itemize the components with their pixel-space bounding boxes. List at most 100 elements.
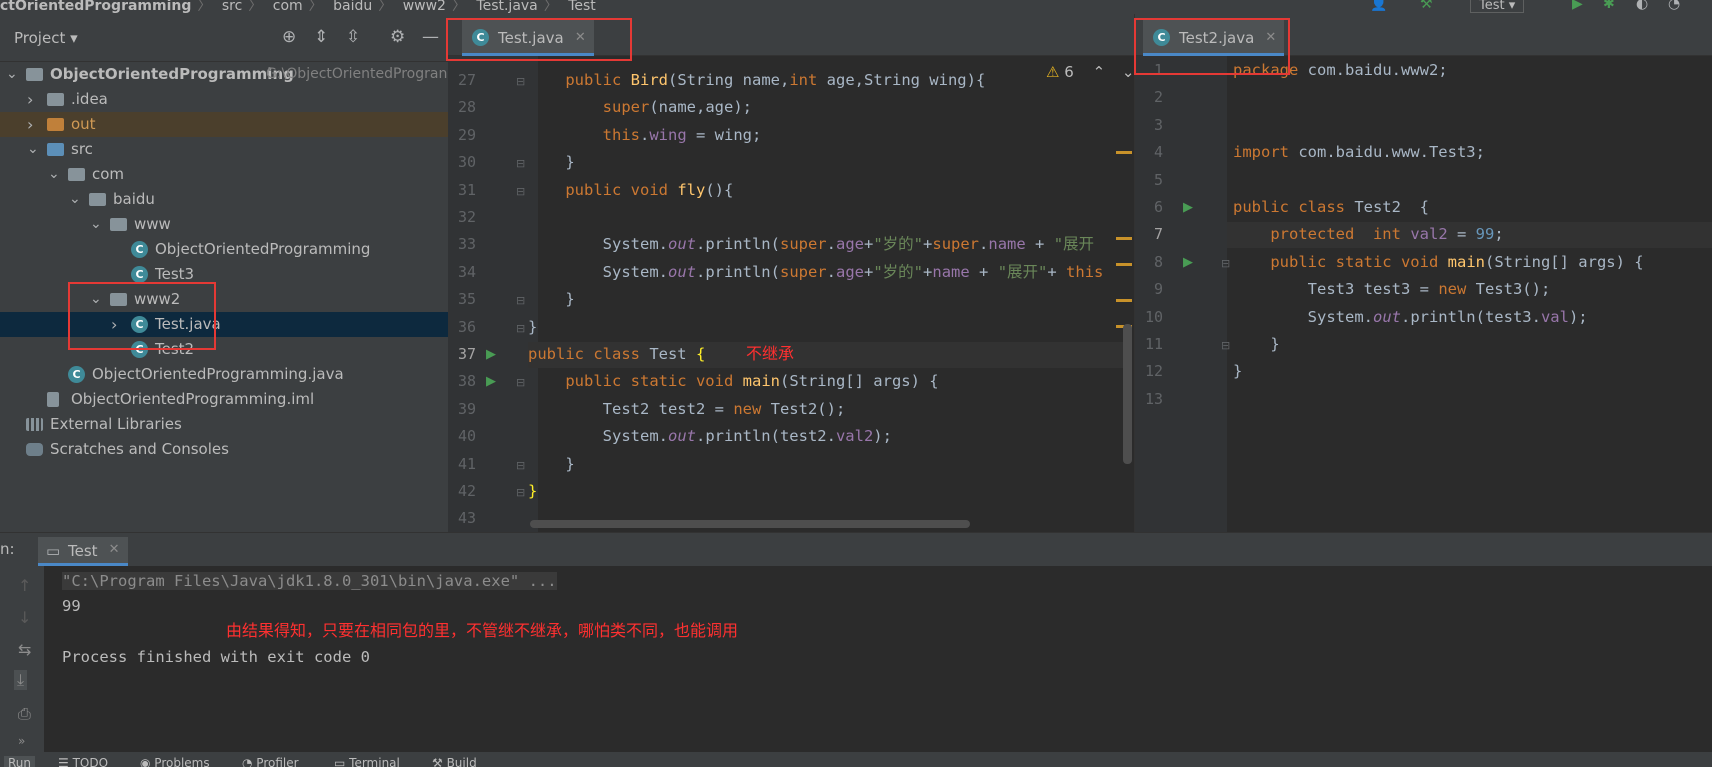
code-line: super(name,age); xyxy=(602,98,752,117)
chevron-down-icon[interactable]: ⌄ xyxy=(6,62,18,87)
folder-icon xyxy=(47,93,64,106)
code-line: } xyxy=(528,317,538,336)
tree-item[interactable]: ⌄ src xyxy=(0,137,448,162)
tree-item[interactable]: Scratches and Consoles xyxy=(0,437,448,462)
tool-todo[interactable]: ☰ TODO xyxy=(58,756,108,767)
chevron-right-icon[interactable]: › xyxy=(27,87,33,112)
tree-item-label: Scratches and Consoles xyxy=(50,440,229,458)
breadcrumb-class[interactable]: Test xyxy=(568,0,596,14)
tool-terminal[interactable]: ▭ Terminal xyxy=(334,756,400,767)
tree-item[interactable]: C Test2 xyxy=(0,337,448,362)
console-output[interactable]: "C:\Program Files\Java\jdk1.8.0_301\bin\… xyxy=(44,566,1712,752)
tree-item-label: ObjectOrientedProgramming xyxy=(50,65,294,83)
fold-marker-icon[interactable]: ⊟ xyxy=(516,185,525,198)
expand-all-icon[interactable]: ⇕ xyxy=(314,27,328,47)
tool-run[interactable]: Run xyxy=(4,756,36,767)
coverage-icon[interactable]: ◐ xyxy=(1636,0,1648,12)
tree-item[interactable]: ⌄ baidu xyxy=(0,187,448,212)
chevron-down-icon[interactable]: ⌄ xyxy=(90,287,102,312)
debug-icon[interactable]: ✱ xyxy=(1603,0,1615,12)
chevron-down-icon[interactable]: ⌄ xyxy=(48,162,60,187)
breadcrumb-com[interactable]: com xyxy=(273,0,303,14)
tree-item[interactable]: C Test3 xyxy=(0,262,448,287)
tool-problems[interactable]: ◉ Problems xyxy=(140,756,210,767)
tree-item[interactable]: ⌄ ObjectOrientedProgramming G:\ObjectOrien… xyxy=(0,62,448,87)
profile-icon[interactable]: ◔ xyxy=(1668,0,1680,12)
line-number: 34 xyxy=(457,262,476,281)
chevron-down-icon[interactable]: ⌄ xyxy=(27,137,39,162)
fold-marker-icon[interactable]: ⊟ xyxy=(516,157,525,170)
close-icon[interactable]: ✕ xyxy=(575,20,586,56)
fold-marker-icon[interactable]: ⊟ xyxy=(516,459,525,472)
code-line: Test3 test3 = new Test3(); xyxy=(1233,280,1551,299)
chevron-up-icon[interactable]: ⌃ xyxy=(1093,63,1106,81)
scroll-to-end-icon[interactable]: ⤓ xyxy=(14,670,28,690)
console-exit-line: Process finished with exit code 0 xyxy=(62,648,370,666)
inspection-widget[interactable]: ⚠ 6 ⌃ ⌄ xyxy=(1046,63,1135,81)
run-tab-test[interactable]: ▭ Test ✕ xyxy=(38,537,128,566)
hide-icon[interactable]: — xyxy=(422,27,439,47)
more-icon[interactable]: » xyxy=(18,734,25,748)
tab-test2-java[interactable]: C Test2.java ✕ xyxy=(1143,20,1285,56)
fold-marker-icon[interactable]: ⊟ xyxy=(1221,257,1230,270)
chevron-down-icon[interactable]: ⌄ xyxy=(69,187,81,212)
chevron-down-icon[interactable]: ⌄ xyxy=(1122,63,1135,81)
chevron-down-icon[interactable]: ⌄ xyxy=(90,212,102,237)
horizontal-scrollbar[interactable] xyxy=(530,520,970,528)
tab-test-java[interactable]: C Test.java ✕ xyxy=(462,20,594,56)
breadcrumb-src[interactable]: src xyxy=(222,0,242,14)
tree-item[interactable]: C ObjectOrientedProgramming.java xyxy=(0,362,448,387)
run-gutter-icon[interactable]: ▶ xyxy=(1183,200,1193,215)
fold-marker-icon[interactable]: ⊟ xyxy=(516,75,525,88)
folder-icon xyxy=(47,143,64,156)
close-icon[interactable]: ✕ xyxy=(1265,20,1276,56)
tree-item[interactable]: ⌄ com xyxy=(0,162,448,187)
code-line: System.out.println(super.age+"岁的"+super.… xyxy=(528,235,1095,254)
print-icon[interactable]: ⎙ xyxy=(18,704,31,724)
run-gutter-icon[interactable]: ▶ xyxy=(486,347,496,362)
tool-build[interactable]: ⚒ Build xyxy=(432,756,477,767)
run-config-select[interactable]: Test ▾ xyxy=(1470,0,1525,13)
tree-item[interactable]: External Libraries xyxy=(0,412,448,437)
fold-marker-icon[interactable]: ⊟ xyxy=(516,376,525,389)
run-gutter-icon[interactable]: ▶ xyxy=(486,374,496,389)
close-icon[interactable]: ✕ xyxy=(109,542,120,557)
tree-item[interactable]: C ObjectOrientedProgramming xyxy=(0,237,448,262)
tree-item-label: Test.java xyxy=(155,315,221,333)
fold-marker-icon[interactable]: ⊟ xyxy=(516,486,525,499)
tool-profiler[interactable]: ◔ Profiler xyxy=(242,756,299,767)
fold-marker-icon[interactable]: ⊟ xyxy=(1221,339,1230,352)
user-icon[interactable]: 👤 xyxy=(1370,0,1387,12)
soft-wrap-icon[interactable]: ⇆ xyxy=(18,640,31,659)
breadcrumb-project[interactable]: ctOrientedProgramming xyxy=(0,0,191,14)
tree-item[interactable]: ObjectOrientedProgramming.iml xyxy=(0,387,448,412)
breadcrumb-www2[interactable]: www2 xyxy=(403,0,446,14)
chevron-right-icon[interactable]: › xyxy=(111,312,117,337)
console-output-value: 99 xyxy=(62,597,81,615)
collapse-all-icon[interactable]: ⇳ xyxy=(346,27,360,47)
tree-item[interactable]: › out xyxy=(0,112,448,137)
line-number: 9 xyxy=(1153,280,1163,299)
vertical-scrollbar[interactable] xyxy=(1123,324,1132,464)
tree-item[interactable]: › C Test.java xyxy=(0,312,448,337)
project-title[interactable]: Project ▾ xyxy=(14,29,78,47)
fold-marker-icon[interactable]: ⊟ xyxy=(516,322,525,335)
fold-marker-icon[interactable]: ⊟ xyxy=(516,294,525,307)
breadcrumb-baidu[interactable]: baidu xyxy=(333,0,372,14)
gear-icon[interactable]: ⚙ xyxy=(390,27,405,47)
warning-marker xyxy=(1116,263,1132,266)
arrow-up-icon[interactable]: ↑ xyxy=(18,576,31,595)
tree-item-label: src xyxy=(71,140,93,158)
tree-item[interactable]: › .idea xyxy=(0,87,448,112)
tree-item[interactable]: ⌄ www xyxy=(0,212,448,237)
tree-item[interactable]: ⌄ www2 xyxy=(0,287,448,312)
arrow-down-icon[interactable]: ↓ xyxy=(18,608,31,627)
run-icon[interactable]: ▶ xyxy=(1572,0,1583,12)
breadcrumb-file[interactable]: Test.java xyxy=(476,0,537,14)
locate-icon[interactable]: ⊕ xyxy=(282,27,296,47)
line-number: 11 xyxy=(1144,335,1163,353)
line-number: 6 xyxy=(1153,198,1163,216)
chevron-right-icon[interactable]: › xyxy=(27,112,33,137)
build-hammer-icon[interactable]: ⚒ xyxy=(1420,0,1433,12)
run-gutter-icon[interactable]: ▶ xyxy=(1183,255,1193,270)
